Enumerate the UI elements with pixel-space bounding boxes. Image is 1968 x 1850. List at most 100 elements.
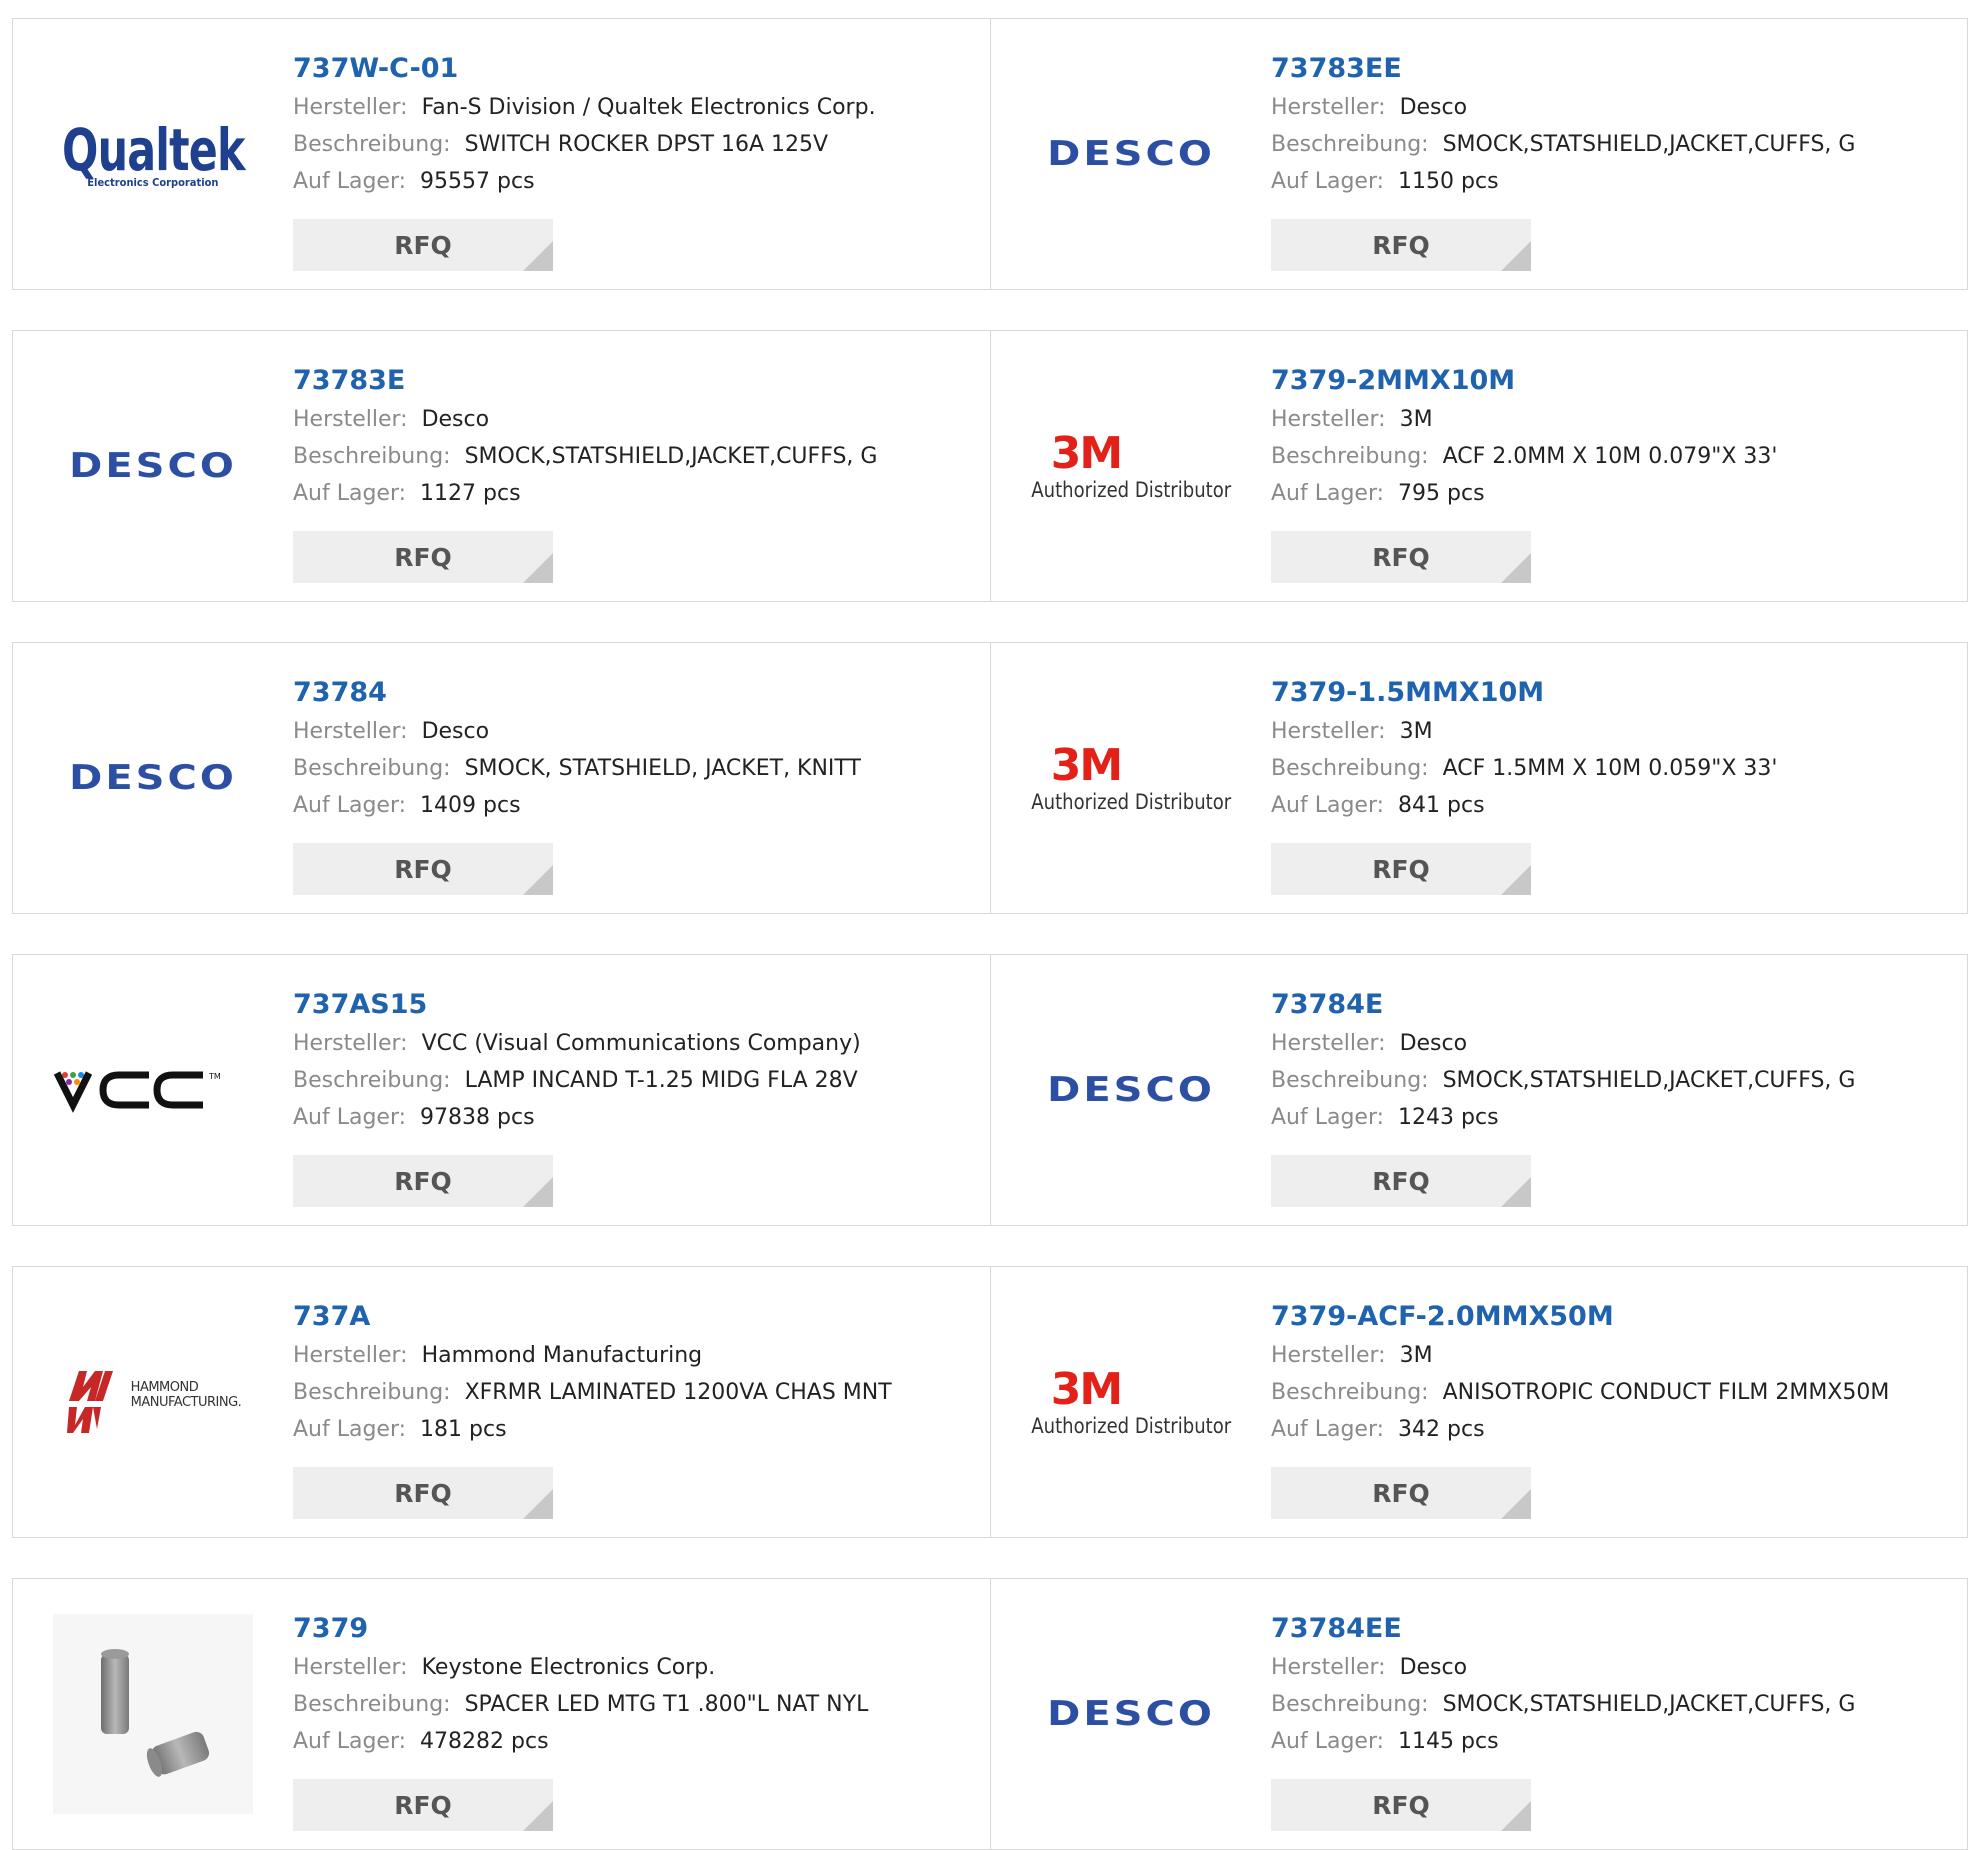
description-line: Beschreibung: SMOCK,STATSHIELD,JACKET,CUF… [1271, 126, 1855, 163]
manufacturer-line: Hersteller: Keystone Electronics Corp. [293, 1649, 868, 1686]
corner-triangle-icon [1501, 241, 1531, 271]
description-label: Beschreibung: [1271, 756, 1429, 781]
stock-value: 1243 pcs [1398, 1105, 1499, 1130]
desco-logo: DESCO [69, 446, 237, 486]
stock-line: Auf Lager: 1127 pcs [293, 475, 877, 512]
stock-value: 841 pcs [1398, 793, 1485, 818]
description-value: SMOCK,STATSHIELD,JACKET,CUFFS, G [1442, 1068, 1856, 1093]
rfq-label: RFQ [394, 1790, 452, 1820]
stock-line: Auf Lager: 95557 pcs [293, 163, 876, 200]
desco-logo: DESCO [1047, 1694, 1215, 1734]
description-line: Beschreibung: ACF 2.0MM X 10M 0.079"X 33' [1271, 438, 1777, 475]
description-label: Beschreibung: [293, 1692, 451, 1717]
manufacturer-label: Hersteller: [293, 407, 408, 432]
rfq-button[interactable]: RFQ [293, 1155, 553, 1207]
description-label: Beschreibung: [293, 756, 451, 781]
description-value: ACF 1.5MM X 10M 0.059"X 33' [1442, 756, 1778, 781]
part-number-link[interactable]: 73783E [293, 361, 877, 401]
stock-line: Auf Lager: 1409 pcs [293, 787, 861, 824]
rfq-label: RFQ [1372, 230, 1430, 260]
description-value: XFRMR LAMINATED 1200VA CHAS MNT [464, 1380, 892, 1405]
description-value: SMOCK,STATSHIELD,JACKET,CUFFS, G [1442, 1692, 1856, 1717]
desco-logo: DESCO [1047, 1070, 1215, 1110]
part-number-link[interactable]: 7379-1.5MMX10M [1271, 673, 1777, 713]
product-photo [53, 1614, 253, 1814]
stock-label: Auf Lager: [293, 1417, 407, 1442]
stock-value: 97838 pcs [420, 1105, 535, 1130]
rfq-button[interactable]: RFQ [293, 1467, 553, 1519]
corner-triangle-icon [523, 1801, 553, 1831]
description-label: Beschreibung: [1271, 444, 1429, 469]
corner-triangle-icon [1501, 1489, 1531, 1519]
manufacturer-value: Desco [1399, 95, 1468, 120]
manufacturer-line: Hersteller: Desco [1271, 89, 1855, 126]
rfq-label: RFQ [394, 1478, 452, 1508]
product-info: 737A Hersteller: Hammond Manufacturing Besc… [293, 1297, 892, 1448]
manufacturer-value: VCC (Visual Communications Company) [421, 1031, 861, 1056]
3m-logo-text: 3M [1050, 428, 1123, 479]
part-number-link[interactable]: 73784EE [1271, 1609, 1855, 1649]
manufacturer-value: Desco [421, 719, 490, 744]
manufacturer-line: Hersteller: Desco [1271, 1649, 1855, 1686]
part-number-link[interactable]: 7379-2MMX10M [1271, 361, 1777, 401]
manufacturer-value: 3M [1399, 719, 1433, 744]
hammond-logo: HAMMOND MANUFACTURING. [65, 1367, 242, 1437]
stock-value: 1145 pcs [1398, 1729, 1499, 1754]
stock-label: Auf Lager: [293, 793, 407, 818]
description-value: SWITCH ROCKER DPST 16A 125V [464, 132, 829, 157]
manufacturer-label: Hersteller: [1271, 1031, 1386, 1056]
part-number-link[interactable]: 737A [293, 1297, 892, 1337]
part-number-link[interactable]: 7379 [293, 1609, 868, 1649]
stock-label: Auf Lager: [1271, 793, 1385, 818]
part-number-link[interactable]: 73783EE [1271, 49, 1855, 89]
rfq-button[interactable]: RFQ [293, 843, 553, 895]
stock-line: Auf Lager: 478282 pcs [293, 1723, 868, 1760]
rfq-button[interactable]: RFQ [1271, 1779, 1531, 1831]
description-line: Beschreibung: LAMP INCAND T-1.25 MIDG FLA… [293, 1062, 861, 1099]
description-line: Beschreibung: ACF 1.5MM X 10M 0.059"X 33' [1271, 750, 1777, 787]
rfq-button[interactable]: RFQ [1271, 1467, 1531, 1519]
stock-line: Auf Lager: 342 pcs [1271, 1411, 1889, 1448]
part-number-link[interactable]: 73784E [1271, 985, 1855, 1025]
description-label: Beschreibung: [1271, 132, 1429, 157]
3m-logo: 3M Authorized Distributor [1015, 1366, 1248, 1439]
manufacturer-logo: DESCO [1031, 1579, 1231, 1849]
description-line: Beschreibung: SMOCK,STATSHIELD,JACKET,CUF… [1271, 1062, 1855, 1099]
manufacturer-logo: TM [53, 955, 253, 1225]
rfq-button[interactable]: RFQ [1271, 531, 1531, 583]
manufacturer-label: Hersteller: [1271, 1343, 1386, 1368]
product-card: DESCO 73784EE Hersteller: Desco Beschreibung… [991, 1579, 1968, 1849]
manufacturer-logo: DESCO [53, 643, 253, 913]
part-number-link[interactable]: 737AS15 [293, 985, 861, 1025]
rfq-button[interactable]: RFQ [1271, 843, 1531, 895]
manufacturer-logo: DESCO [1031, 955, 1231, 1225]
rfq-button[interactable]: RFQ [293, 219, 553, 271]
part-number-link[interactable]: 7379-ACF-2.0MMX50M [1271, 1297, 1889, 1337]
3m-logo-text: 3M [1050, 740, 1123, 791]
qualtek-logo-subtext: Electronics Corporation [87, 175, 219, 189]
rfq-button[interactable]: RFQ [293, 1779, 553, 1831]
corner-triangle-icon [523, 553, 553, 583]
stock-label: Auf Lager: [293, 169, 407, 194]
stock-label: Auf Lager: [293, 1729, 407, 1754]
rfq-button[interactable]: RFQ [1271, 219, 1531, 271]
product-card: HAMMOND MANUFACTURING. 737A Hersteller: Hamm… [13, 1267, 990, 1537]
description-value: SMOCK,STATSHIELD,JACKET,CUFFS, G [464, 444, 878, 469]
corner-triangle-icon [523, 1177, 553, 1207]
stock-line: Auf Lager: 1145 pcs [1271, 1723, 1855, 1760]
corner-triangle-icon [1501, 865, 1531, 895]
stock-value: 478282 pcs [420, 1729, 549, 1754]
manufacturer-logo: 3M Authorized Distributor [1031, 643, 1231, 913]
manufacturer-logo: DESCO [1031, 19, 1231, 289]
product-info: 7379 Hersteller: Keystone Electronics Corp… [293, 1609, 868, 1760]
3m-logo: 3M Authorized Distributor [1015, 428, 1248, 503]
part-number-link[interactable]: 73784 [293, 673, 861, 713]
product-card: 7379 Hersteller: Keystone Electronics Corp… [13, 1579, 990, 1849]
corner-triangle-icon [1501, 1177, 1531, 1207]
rfq-button[interactable]: RFQ [293, 531, 553, 583]
rfq-button[interactable]: RFQ [1271, 1155, 1531, 1207]
part-number-link[interactable]: 737W-C-01 [293, 49, 876, 89]
stock-line: Auf Lager: 841 pcs [1271, 787, 1777, 824]
product-row: DESCO 73784 Hersteller: Desco Beschreibung: S… [12, 642, 1968, 914]
description-label: Beschreibung: [293, 1380, 451, 1405]
